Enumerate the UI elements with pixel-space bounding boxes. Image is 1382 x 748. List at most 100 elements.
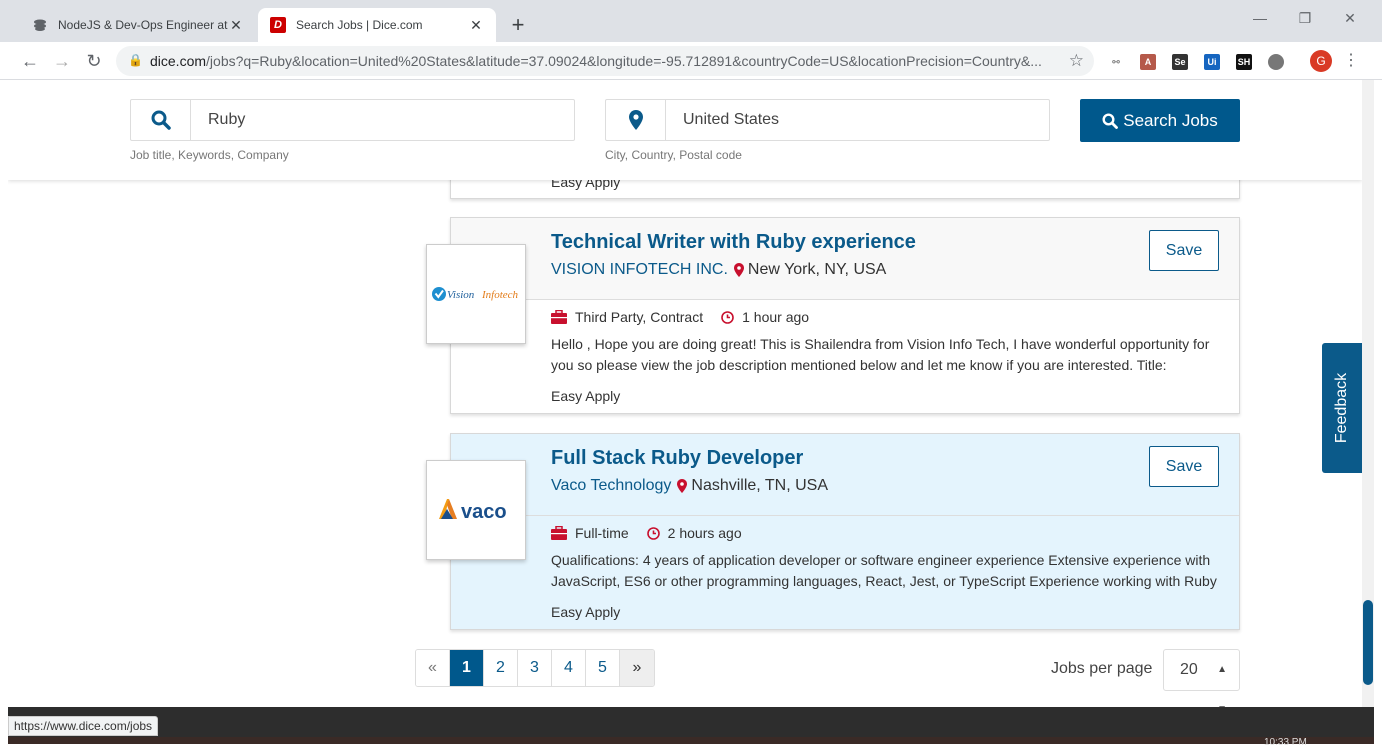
pagination: « 1 2 3 4 5 » [415,649,655,687]
keyword-input[interactable]: Ruby [191,100,574,140]
profile-avatar[interactable]: G [1310,50,1332,72]
tab-nodejs-job[interactable]: NodeJS & Dev-Ops Engineer at S ✕ [20,8,256,42]
job-card-header: Full Stack Ruby Developer Vaco Technolog… [451,434,1239,516]
address-bar[interactable]: 🔒 dice.com/jobs?q=Ruby&location=United%2… [116,46,1094,76]
easy-apply-label: Easy Apply [551,604,621,620]
tab-dice-search[interactable]: D Search Jobs | Dice.com ✕ [258,8,496,42]
address-url: dice.com/jobs?q=Ruby&location=United%20S… [150,53,1055,69]
job-meta: VISION INFOTECH INC. New York, NY, USA [551,261,886,279]
bookmark-star-icon[interactable]: ☆ [1069,51,1084,71]
jobs-per-page-label: Jobs per page [1051,660,1153,677]
briefcase-icon [551,526,567,540]
logo-text: vaco [461,501,507,523]
company-logo-vision-infotech[interactable]: Vision Infotech [426,244,526,344]
pagination-page-2[interactable]: 2 [484,650,518,686]
tab-favicon-icon [32,17,48,33]
job-card[interactable]: Technical Writer with Ruby experience VI… [450,217,1240,414]
jobs-per-page-select[interactable]: 20 ▲▼ [1163,649,1240,707]
back-icon[interactable]: ← [19,50,41,72]
dice-favicon-icon: D [270,17,286,33]
clock-icon [721,310,734,324]
reload-icon[interactable]: ↻ [83,50,105,72]
search-bar: Ruby Job title, Keywords, Company United… [8,80,1362,180]
location-marker-icon [733,263,744,277]
posted-time: 1 hour ago [742,309,810,325]
briefcase-icon [551,310,567,324]
forward-icon[interactable]: → [51,50,73,72]
select-arrows-icon: ▲▼ [1217,664,1227,707]
url-path: /jobs?q=Ruby&location=United%20States&la… [206,53,1042,69]
job-title-link[interactable]: Full Stack Ruby Developer [551,447,803,470]
employment-type: Full-time [575,525,629,541]
taskbar-strip [8,737,1374,744]
tab-title: Search Jobs | Dice.com [296,18,423,32]
logo-text: Vision [447,289,475,301]
employment-type: Third Party, Contract [575,309,704,325]
dice-page: Ruby Job title, Keywords, Company United… [8,80,1362,707]
job-card-header: Technical Writer with Ruby experience VI… [451,218,1239,300]
logo-text: Infotech [481,289,519,301]
extension-selenium-icon[interactable]: Se [1172,54,1188,70]
pagination-page-3[interactable]: 3 [518,650,552,686]
job-description: Qualifications: 4 years of application d… [551,552,1217,589]
company-link[interactable]: Vaco Technology [551,477,671,495]
tab-close-icon[interactable]: ✕ [228,17,244,34]
pagination-page-4[interactable]: 4 [552,650,586,686]
url-host: dice.com [150,53,207,69]
job-card-body: Full-time 2 hours ago Qualifications: 4 … [451,516,1239,629]
browser-toolbar: ← → ↻ 🔒 dice.com/jobs?q=Ruby&location=Un… [0,42,1382,80]
tab-close-icon[interactable]: ✕ [468,17,484,34]
pagination-prev[interactable]: « [416,650,450,686]
extension-sh-icon[interactable]: SH [1236,54,1252,70]
feedback-tab[interactable]: Feedback [1322,343,1362,473]
new-tab-button[interactable]: + [506,12,530,38]
close-window-icon[interactable]: ✕ [1340,10,1360,27]
clock-icon [646,526,660,540]
location-pin-icon [606,100,666,140]
pagination-page-5[interactable]: 5 [586,650,620,686]
company-link[interactable]: VISION INFOTECH INC. [551,261,728,279]
scrollbar-thumb[interactable] [1363,600,1373,685]
extension-link-icon[interactable]: ⚯ [1108,54,1124,70]
jobs-per-page-value: 20 [1180,661,1198,678]
minimize-icon[interactable]: — [1250,10,1270,26]
taskbar-clock: 10:33 PM [1264,737,1307,748]
extension-ui-icon[interactable]: Ui [1204,54,1220,70]
keyword-search-field[interactable]: Ruby [130,99,575,141]
posted-time: 2 hours ago [667,525,742,541]
keyword-help: Job title, Keywords, Company [130,148,289,162]
job-description: Hello , Hope you are doing great! This i… [551,336,1210,373]
lock-icon: 🔒 [128,53,143,67]
job-location: New York, NY, USA [747,261,887,278]
search-jobs-label: Search Jobs [1123,110,1218,130]
job-card[interactable]: Full Stack Ruby Developer Vaco Technolog… [450,433,1240,630]
browser-tab-bar: NodeJS & Dev-Ops Engineer at S ✕ D Searc… [0,0,1382,42]
job-card-body: Third Party, Contract 1 hour ago Hello ,… [451,300,1239,413]
job-tags: Full-time 2 hours ago [551,525,742,541]
easy-apply-label: Easy Apply [551,388,621,404]
pagination-page-1[interactable]: 1 [450,650,484,686]
location-search-field[interactable]: United States [605,99,1050,141]
search-button-icon [1102,112,1119,129]
search-jobs-button[interactable]: Search Jobs [1080,99,1240,142]
status-url: https://www.dice.com/jobs [8,716,159,736]
page-footer [8,707,1374,744]
location-marker-icon [677,479,688,493]
job-meta: Vaco Technology Nashville, TN, USA [551,477,828,495]
browser-menu-icon[interactable]: ⋮ [1343,50,1359,72]
save-job-button[interactable]: Save [1149,446,1219,487]
location-help: City, Country, Postal code [605,148,742,162]
company-logo-vaco[interactable]: vaco [426,460,526,560]
tab-title: NodeJS & Dev-Ops Engineer at S [58,18,228,32]
search-icon [131,100,191,140]
location-input[interactable]: United States [666,100,1049,140]
feedback-label: Feedback [1333,372,1351,444]
restore-icon[interactable]: ❐ [1295,10,1315,27]
extension-pdf-icon[interactable]: A [1140,54,1156,70]
job-location: Nashville, TN, USA [691,477,829,494]
job-title-link[interactable]: Technical Writer with Ruby experience [551,231,916,254]
job-tags: Third Party, Contract 1 hour ago [551,309,809,325]
extension-circle-icon[interactable] [1268,54,1284,70]
pagination-next[interactable]: » [620,650,654,686]
save-job-button[interactable]: Save [1149,230,1219,271]
